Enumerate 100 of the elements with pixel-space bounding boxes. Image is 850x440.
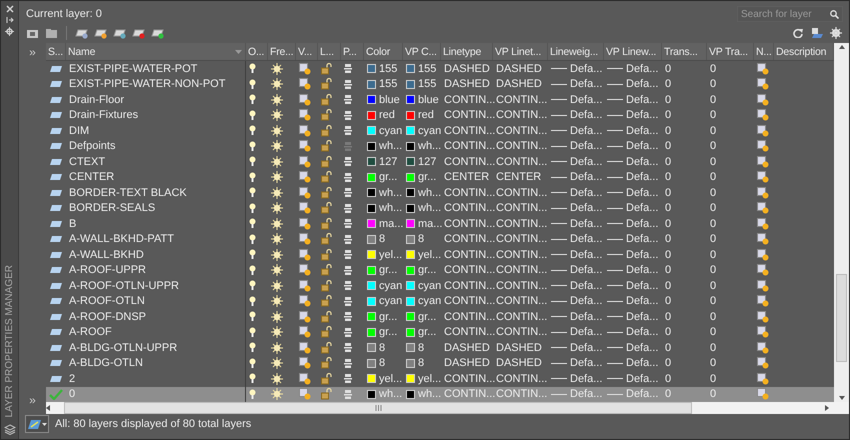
printer-icon[interactable]	[344, 204, 352, 213]
color-swatch[interactable]	[367, 157, 376, 166]
printer-icon[interactable]	[344, 234, 352, 244]
color-swatch[interactable]	[367, 64, 376, 74]
settings-icon[interactable]	[5, 27, 14, 36]
printer-icon[interactable]	[344, 343, 352, 352]
color-swatch[interactable]	[406, 126, 415, 136]
color-swatch[interactable]	[406, 204, 415, 213]
column-header[interactable]: VP Linew...	[604, 43, 662, 60]
printer-icon[interactable]	[344, 312, 352, 322]
layer-row[interactable]: A-ROOF-OTLN cyan cyan CONTIN...CONTIN... Defa... Defa... 0 0	[46, 294, 834, 309]
color-swatch[interactable]	[367, 188, 376, 198]
layer-row[interactable]: Drain-Fixtures red red CONTIN...CONTIN... Defa... Defa... 0 0	[46, 108, 834, 123]
color-swatch[interactable]	[406, 266, 415, 275]
layer-row[interactable]: CTEXT 127 127 CONTIN...CONTIN... Defa... Defa... 0 0	[46, 154, 834, 170]
layer-row[interactable]: A-ROOF-UPPR gr... gr... CONTIN...CONTIN... Defa... Defa... 0 0	[46, 262, 834, 278]
color-swatch[interactable]	[367, 142, 376, 151]
column-header[interactable]: VP Linet...	[493, 43, 548, 60]
layer-row[interactable]: A-WALL-BKHD-PATT 8 8 CONTIN...CONTIN... Defa... Defa... 0 0	[46, 232, 834, 247]
layer-row[interactable]: DIM cyan cyan CONTIN...CONTIN... Defa... Defa... 0 0	[46, 123, 834, 138]
layer-row[interactable]: A-WALL-BKHD yel... yel... CONTIN...CONTIN... Defa... Defa... 0 0	[46, 247, 834, 262]
layer-row[interactable]: EXIST-PIPE-WATER-POT 155 155 DASHED DASHED Defa... Defa... 0 0	[46, 61, 834, 76]
color-swatch[interactable]	[367, 328, 376, 337]
color-swatch[interactable]	[406, 157, 415, 166]
column-header[interactable]: VP Tra...	[707, 43, 754, 60]
layer-row[interactable]: BORDER-SEALS wh... wh... CONTIN...CONTIN... Defa... Defa... 0 0	[46, 200, 834, 216]
horizontal-scrollbar[interactable]	[46, 402, 849, 414]
expand-filters-toggle[interactable]: »	[29, 43, 36, 61]
color-swatch[interactable]	[367, 95, 376, 104]
printer-icon[interactable]	[344, 250, 352, 260]
color-swatch[interactable]	[406, 390, 415, 399]
printer-icon[interactable]	[344, 95, 352, 104]
color-swatch[interactable]	[406, 172, 415, 182]
color-swatch[interactable]	[406, 343, 415, 352]
printer-icon[interactable]	[344, 126, 352, 136]
color-swatch[interactable]	[406, 281, 415, 290]
color-swatch[interactable]	[367, 250, 376, 260]
color-swatch[interactable]	[406, 250, 415, 260]
color-swatch[interactable]	[367, 172, 376, 182]
printer-icon[interactable]	[344, 110, 352, 120]
layer-row[interactable]: B ma... ma...CONTIN...CONTIN... Defa... Defa... 0 0	[46, 216, 834, 232]
layer-row[interactable]: Defpoints wh... wh... CONTIN...CONTIN... Defa... Defa... 0 0	[46, 138, 834, 154]
column-header[interactable]: N...	[754, 43, 774, 60]
color-swatch[interactable]	[367, 266, 376, 275]
column-header[interactable]: P...	[341, 43, 364, 60]
column-header[interactable]: Lineweig...	[548, 43, 604, 60]
color-swatch[interactable]	[406, 374, 415, 384]
color-swatch[interactable]	[367, 312, 376, 322]
color-swatch[interactable]	[406, 142, 415, 151]
printer-icon[interactable]	[344, 219, 352, 228]
color-swatch[interactable]	[406, 188, 415, 198]
color-swatch[interactable]	[367, 296, 376, 306]
layer-row[interactable]: EXIST-PIPE-WATER-NON-POT 155 155 DASHED DASHED Defa... Defa... 0 0	[46, 76, 834, 92]
color-swatch[interactable]	[367, 126, 376, 136]
expand-filters-toggle[interactable]: »	[29, 391, 36, 409]
layer-row[interactable]: A-ROOF gr... gr... CONTIN...CONTIN... Defa... Defa... 0 0	[46, 324, 834, 340]
color-swatch[interactable]	[367, 358, 376, 368]
layer-row[interactable]: A-ROOF-DNSP gr... gr... CONTIN...CONTIN... Defa... Defa... 0 0	[46, 309, 834, 324]
printer-icon[interactable]	[344, 80, 352, 89]
column-header[interactable]: L...	[318, 43, 341, 60]
color-swatch[interactable]	[367, 80, 376, 89]
color-swatch[interactable]	[406, 234, 415, 244]
color-swatch[interactable]	[367, 281, 376, 290]
printer-icon[interactable]	[344, 64, 352, 74]
scrollbar-thumb[interactable]	[64, 402, 692, 414]
layer-row[interactable]: Drain-Floor blue blue CONTIN...CONTIN... Defa... Defa... 0 0	[46, 92, 834, 108]
printer-icon[interactable]	[344, 296, 352, 306]
printer-icon[interactable]	[344, 157, 352, 166]
layer-row[interactable]: A-ROOF-OTLN-UPPR cyan cyan CONTIN...CONTIN... Defa... Defa... 0 0	[46, 278, 834, 294]
column-header[interactable]: Color	[364, 43, 403, 60]
color-swatch[interactable]	[367, 390, 376, 399]
printer-icon[interactable]	[344, 358, 352, 368]
color-swatch[interactable]	[367, 204, 376, 213]
scrollbar-thumb[interactable]	[836, 274, 847, 362]
color-swatch[interactable]	[367, 343, 376, 352]
color-swatch[interactable]	[406, 296, 415, 306]
color-swatch[interactable]	[367, 110, 376, 120]
layer-row[interactable]: BORDER-TEXT BLACK wh... wh... CONTIN...CONTIN... Defa... Defa... 0 0	[46, 185, 834, 200]
printer-icon[interactable]	[344, 328, 352, 337]
column-header[interactable]: V...	[296, 43, 318, 60]
color-swatch[interactable]	[367, 234, 376, 244]
printer-icon[interactable]	[344, 172, 352, 182]
column-header[interactable]: Name	[66, 43, 246, 60]
layer-row[interactable]: A-BLDG-OTLN 8 8 DASHED DASHED Defa... Defa... 0 0	[46, 356, 834, 371]
layer-row[interactable]: CENTER gr... gr... CENTER CENTER Defa... Defa... 0 0	[46, 170, 834, 185]
vertical-scrollbar[interactable]	[834, 43, 849, 402]
layer-row[interactable]: A-BLDG-OTLN-UPPR 8 8 DASHED DASHED Defa... Defa... 0 0	[46, 340, 834, 356]
printer-icon[interactable]	[344, 281, 352, 290]
printer-icon[interactable]	[344, 188, 352, 198]
printer-icon[interactable]	[344, 266, 352, 275]
color-swatch[interactable]	[406, 95, 415, 104]
close-icon[interactable]	[6, 5, 14, 13]
column-header[interactable]: VP C...	[403, 43, 441, 60]
layer-filter-button[interactable]	[25, 415, 49, 433]
color-swatch[interactable]	[406, 328, 415, 337]
pin-icon[interactable]	[6, 16, 14, 24]
column-header[interactable]: Fre...	[268, 43, 296, 60]
column-header[interactable]: Trans...	[662, 43, 707, 60]
column-header[interactable]: Linetype	[441, 43, 493, 60]
printer-icon[interactable]	[344, 374, 352, 384]
